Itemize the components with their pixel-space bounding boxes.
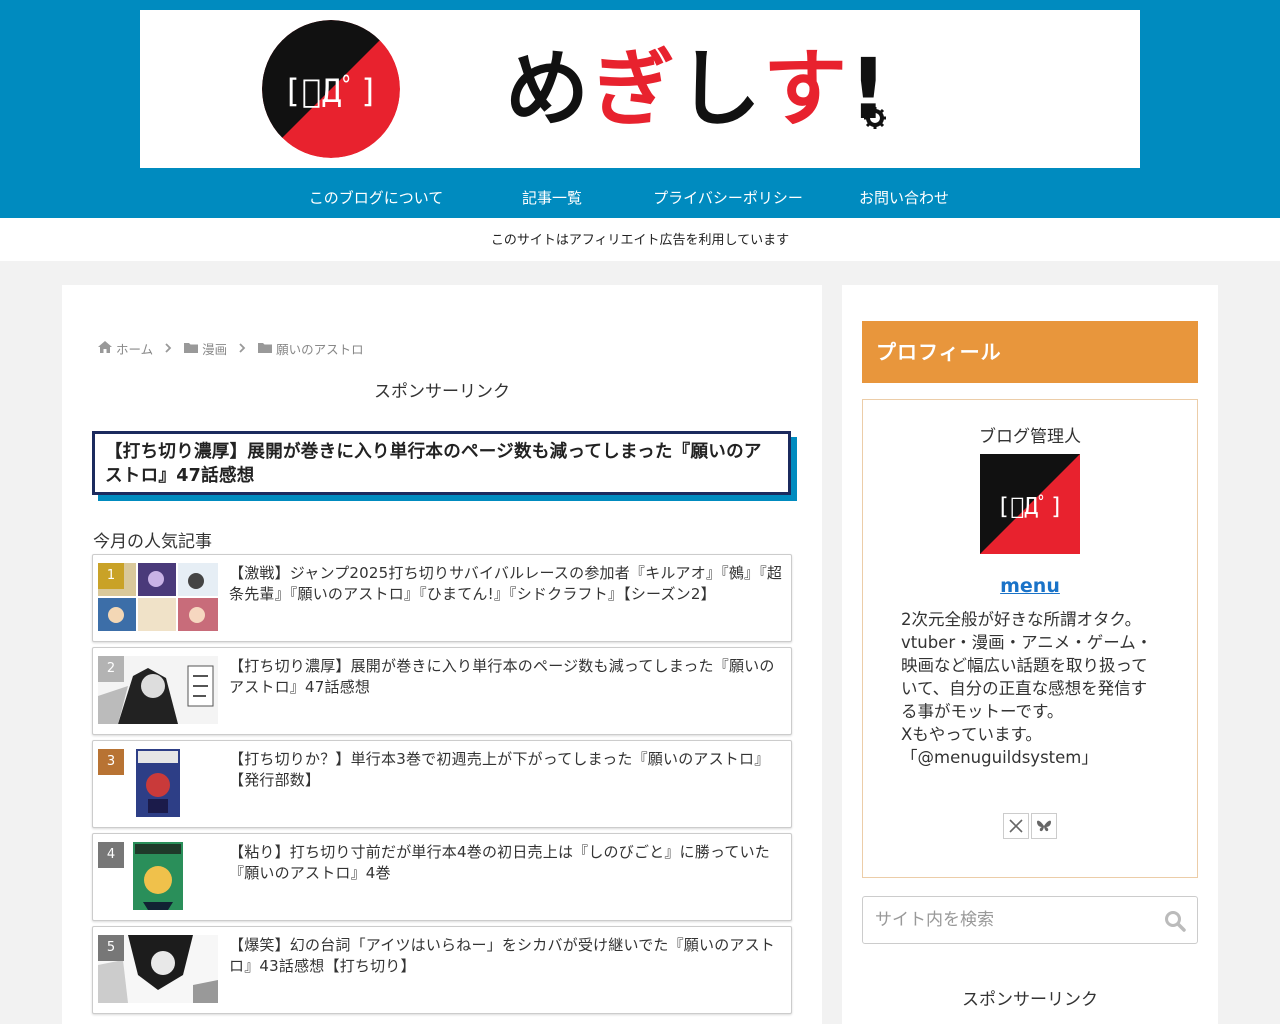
popular-item-4[interactable]: 4 【粘り】打ち切り寸前だが単行本4巻の初日売上は『しのびごと』に勝っていた『願… — [92, 833, 792, 921]
popular-item-title: 【激戦】ジャンプ2025打ち切りサバイバルレースの参加者『キルアオ』『鵺』『超条… — [229, 564, 783, 603]
breadcrumb-home[interactable]: ホーム — [98, 339, 153, 358]
article-title: 【打ち切り濃厚】展開が巻きに入り単行本のページ数も減ってしまった『願いのアストロ… — [105, 442, 762, 486]
site-title: め ぎ し す ! — [505, 34, 889, 144]
profile-name-link[interactable]: menu — [863, 575, 1197, 597]
profile-bio-line: 「@menuguildsystem」 — [901, 748, 1098, 767]
avatar-face-text: [ﾟДﾟ] — [996, 494, 1064, 520]
nav-item-privacy[interactable]: プライバシーポリシー — [640, 178, 816, 218]
breadcrumb-subcategory-label: 願いのアストロ — [276, 341, 364, 357]
affiliate-notice: このサイトはアフィリエイト広告を利用しています — [0, 218, 1280, 261]
popular-item-3[interactable]: 3 【打ち切りか？】単行本3巻で初週売上が下がってしまった『願いのアストロ』【発… — [92, 740, 792, 828]
title-char-2: ぎ — [591, 40, 678, 138]
sponsor-label: スポンサーリンク — [374, 382, 510, 402]
avatar: [ﾟДﾟ] — [980, 454, 1080, 554]
breadcrumb-category[interactable]: 漫画 — [184, 339, 227, 358]
rank-badge: 1 — [98, 563, 124, 589]
folder-icon — [184, 341, 199, 356]
popular-heading: 今月の人気記事 — [93, 532, 212, 552]
profile-bio-line: vtuber・漫画・アニメ・ゲーム・映画など幅広い話題を取り扱っていて、自分の正… — [901, 633, 1153, 721]
logo-face-text: [ﾟДﾟ] — [282, 72, 380, 110]
profile-heading: プロフィール — [862, 321, 1198, 383]
title-char-3: し — [677, 40, 764, 138]
search-input[interactable] — [863, 897, 1153, 943]
profile-subtitle: ブログ管理人 — [979, 427, 1081, 447]
profile-box: ブログ管理人 [ﾟДﾟ] menu 2次元全般が好きな所謂オタク。 vtuber… — [862, 399, 1198, 878]
rank-badge: 2 — [98, 656, 124, 682]
chevron-right-icon — [165, 341, 172, 356]
popular-item-1[interactable]: 1 【激戦】ジャンプ2025打ち切りサバイバルレースの参加者『キルアオ』『鵺』『… — [92, 554, 792, 642]
popular-item-title: 【爆笑】幻の台詞「アイツはいらねー」をシカバが受け継いでた『願いのアストロ』43… — [229, 936, 776, 975]
social-links — [1003, 813, 1057, 839]
breadcrumb-category-label: 漫画 — [202, 341, 228, 357]
popular-item-title: 【粘り】打ち切り寸前だが単行本4巻の初日売上は『しのびごと』に勝っていた『願いの… — [229, 843, 770, 882]
rank-badge: 3 — [98, 749, 124, 775]
nav-item-about[interactable]: このブログについて — [288, 178, 464, 218]
breadcrumb-subcategory[interactable]: 願いのアストロ — [258, 339, 364, 358]
search-icon[interactable] — [1163, 909, 1187, 933]
logo-circle-icon: [ﾟДﾟ] — [262, 20, 400, 158]
profile-bio-line: Xもやっています。 — [901, 725, 1042, 744]
chevron-right-icon — [239, 341, 246, 356]
sidebar-sponsor-label: スポンサーリンク — [962, 990, 1098, 1010]
popular-item-title: 【打ち切り濃厚】展開が巻きに入り単行本のページ数も減ってしまった『願いのアストロ… — [229, 657, 775, 696]
main-nav: このブログについて 記事一覧 プライバシーポリシー お問い合わせ — [0, 178, 1280, 218]
x-icon[interactable] — [1003, 813, 1029, 839]
breadcrumb-home-label: ホーム — [116, 341, 154, 357]
home-icon — [98, 340, 112, 356]
popular-item-2[interactable]: 2 【打ち切り濃厚】展開が巻きに入り単行本のページ数も減ってしまった『願いのアス… — [92, 647, 792, 735]
popular-item-title: 【打ち切りか？】単行本3巻で初週売上が下がってしまった『願いのアストロ』【発行部… — [229, 750, 770, 789]
gear-icon — [863, 106, 887, 130]
popular-item-5[interactable]: 5 【爆笑】幻の台詞「アイツはいらねー」をシカバが受け継いでた『願いのアストロ』… — [92, 926, 792, 1014]
nav-item-articles[interactable]: 記事一覧 — [464, 178, 640, 218]
folder-icon — [258, 341, 273, 356]
nav-item-contact[interactable]: お問い合わせ — [816, 178, 992, 218]
sidebar: プロフィール ブログ管理人 [ﾟДﾟ] menu 2次元全般が好きな所謂オタク。… — [842, 285, 1218, 1024]
rank-badge: 4 — [98, 842, 124, 868]
site-header: [ﾟДﾟ] め ぎ し す ! このブログについて 記事一覧 プライバシーポリシ… — [0, 0, 1280, 218]
article-title-box: 【打ち切り濃厚】展開が巻きに入り単行本のページ数も減ってしまった『願いのアストロ… — [92, 431, 791, 495]
profile-bio: 2次元全般が好きな所謂オタク。 vtuber・漫画・アニメ・ゲーム・映画など幅広… — [901, 608, 1163, 769]
breadcrumb: ホーム 漫画 願いのアストロ — [98, 339, 364, 357]
bluesky-icon[interactable] — [1031, 813, 1057, 839]
site-search — [862, 896, 1198, 944]
site-banner-logo[interactable]: [ﾟДﾟ] め ぎ し す ! — [140, 10, 1140, 168]
main-content: ホーム 漫画 願いのアストロ スポンサーリンク 【打ち切り濃厚】展開が巻きに入り… — [62, 285, 822, 1024]
title-char-1: め — [505, 40, 592, 138]
title-char-4: す — [763, 40, 850, 138]
profile-bio-line: 2次元全般が好きな所謂オタク。 — [901, 610, 1142, 629]
rank-badge: 5 — [98, 935, 124, 961]
